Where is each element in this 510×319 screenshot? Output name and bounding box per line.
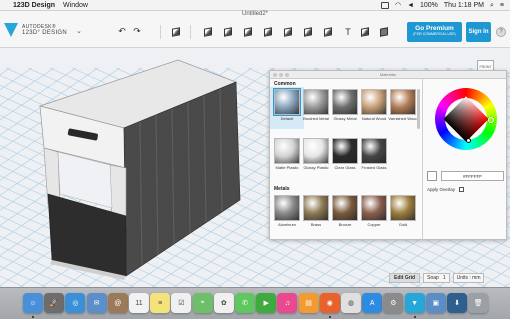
apply-overlay-checkbox[interactable]	[459, 187, 464, 192]
material-swatch-bronze[interactable]	[332, 195, 358, 221]
material-swatch-natural-wood[interactable]	[361, 89, 387, 115]
messages-icon[interactable]: ✆	[235, 293, 255, 313]
preview-icon[interactable]: ▣	[425, 293, 446, 313]
clock[interactable]: Thu 1:18 PM	[444, 0, 484, 11]
itunes-icon[interactable]: ♫	[277, 293, 298, 313]
mail-icon[interactable]: ✉	[86, 293, 107, 313]
construct-tool-icon[interactable]	[242, 26, 254, 37]
material-label: Gold	[398, 222, 408, 227]
hex-color-input[interactable]: #FFFFFF	[441, 171, 504, 181]
saturation-handle[interactable]	[466, 138, 471, 143]
running-indicator	[413, 316, 416, 318]
pattern-tool-icon[interactable]	[282, 26, 294, 37]
material-swatch-aluminum[interactable]	[274, 195, 300, 221]
menu-window[interactable]: Window	[63, 0, 88, 11]
firefox-icon[interactable]: ◉	[319, 293, 340, 313]
launchpad-icon[interactable]: 🚀	[44, 293, 65, 313]
material-swatch-brushed-metal[interactable]	[303, 89, 329, 115]
transform-tool-icon[interactable]	[170, 26, 182, 37]
contacts-icon[interactable]: @	[107, 293, 128, 313]
menu-list-icon[interactable]: ≡	[500, 0, 504, 11]
menubar: 123D Design Window ◠ ◄ 100% Thu 1:18 PM …	[0, 0, 510, 11]
primitives-tool-icon[interactable]	[202, 26, 214, 37]
undo-icon[interactable]: ↶	[116, 26, 128, 37]
wifi-icon[interactable]: ◠	[395, 0, 401, 11]
apply-overlay-label: Apply Overlay	[427, 187, 456, 192]
material-swatch-frosted-glass[interactable]	[361, 138, 387, 164]
finder-icon[interactable]: ☺	[23, 293, 43, 313]
material-swatch-gold[interactable]	[390, 195, 416, 221]
ibooks-icon[interactable]: ▤	[298, 293, 319, 313]
app-store-icon[interactable]: A	[362, 293, 383, 313]
text-tool-icon[interactable]: T	[342, 26, 354, 37]
go-premium-button[interactable]: Go Premium (FOR COMMERCIAL USE)	[407, 22, 462, 42]
material-label: Frosted Glass	[361, 165, 387, 170]
trash-icon[interactable]: 🗑	[468, 293, 489, 313]
premium-subtitle: (FOR COMMERCIAL USE)	[413, 32, 456, 36]
materials-title: Materials	[379, 72, 397, 77]
redo-icon[interactable]: ↷	[131, 26, 143, 37]
modify-tool-icon[interactable]	[262, 26, 274, 37]
grouping-tool-icon[interactable]	[302, 26, 314, 37]
calendar-icon[interactable]: 11	[129, 293, 149, 313]
materials-scrollbar[interactable]	[417, 89, 420, 129]
status-bar: Edit Grid Snap 1 Units : mm	[389, 272, 485, 283]
edit-grid-button[interactable]: Edit Grid	[389, 272, 421, 283]
snap-control[interactable]: Snap 1	[423, 272, 450, 283]
sign-in-button[interactable]: Sign In	[466, 22, 491, 42]
logo-icon	[4, 23, 18, 37]
snap-value[interactable]: 1	[443, 275, 446, 281]
metals-section-label: Metals	[274, 186, 290, 192]
snap-label: Snap	[427, 274, 439, 281]
combine-tool-icon[interactable]	[322, 26, 334, 37]
app-toolbar: Untitled2* AUTODESK® 123D° DESIGN ⌄ ↶ ↷ …	[0, 11, 510, 48]
material-label: Varnished Wood	[388, 116, 418, 121]
materials-panel: Materials Common Default Brushed Metal Glos…	[269, 70, 507, 240]
hue-handle[interactable]	[488, 117, 494, 123]
downloads-icon[interactable]: ⬇	[447, 293, 467, 313]
help-button[interactable]: ?	[496, 27, 506, 37]
materials-titlebar[interactable]: Materials	[270, 71, 506, 79]
menu-app-name[interactable]: 123D Design	[13, 0, 55, 11]
material-swatch-matte-plastic[interactable]	[274, 138, 300, 164]
units-control[interactable]: Units : mm	[452, 272, 485, 283]
material-swatch-glossy-plastic[interactable]	[303, 138, 329, 164]
system-preferences-icon[interactable]: ⚙	[383, 293, 404, 313]
material-swatch-varnished-wood[interactable]	[390, 89, 416, 115]
notes-icon[interactable]: ≡	[150, 293, 171, 313]
document-title: Untitled2*	[241, 11, 268, 17]
app-logo[interactable]: AUTODESK® 123D° DESIGN	[4, 23, 67, 37]
volume-icon[interactable]: ◄	[407, 0, 414, 11]
maps-icon[interactable]: ⌖	[192, 293, 213, 313]
running-indicator	[32, 316, 34, 318]
premium-title: Go Premium	[415, 25, 454, 32]
safari-icon[interactable]: ◎	[65, 293, 86, 313]
material-swatch-clear-glass[interactable]	[332, 138, 358, 164]
sketch-tool-icon[interactable]	[222, 26, 234, 37]
hue-wheel[interactable]	[435, 88, 497, 150]
battery-percent[interactable]: 100%	[420, 0, 438, 11]
facetime-icon[interactable]: ▶	[256, 293, 277, 313]
material-swatch-copper[interactable]	[361, 195, 387, 221]
display-icon[interactable]	[380, 2, 389, 9]
running-indicator	[328, 316, 331, 318]
search-icon[interactable]: ⌕	[490, 0, 494, 11]
dock: ☺ 🚀 ◎ ✉ @11 ≡ ☑ ⌖ ✿ ✆ ▶ ♫ ▤ ◉ ◍ A ⚙ ▼ ▣ ⬇ 🗑	[0, 287, 510, 319]
reminders-icon[interactable]: ☑	[171, 293, 192, 313]
color-preview	[427, 171, 437, 181]
chrome-icon[interactable]: ◍	[341, 293, 361, 313]
123d-design-icon[interactable]: ▼	[404, 293, 425, 313]
material-swatch-brass[interactable]	[303, 195, 329, 221]
material-swatch-glossy-metal[interactable]	[332, 89, 358, 115]
material-tool-icon[interactable]	[378, 26, 390, 37]
color-picker: #FFFFFF Apply Overlay	[422, 79, 507, 240]
materials-list: Common Default Brushed Metal Glossy Metal Na…	[270, 79, 421, 240]
snap-tool-icon[interactable]	[359, 26, 371, 37]
photos-icon[interactable]: ✿	[213, 293, 234, 313]
material-swatch-default[interactable]	[273, 88, 301, 116]
logo-product: 123D° DESIGN	[22, 30, 68, 36]
app-menu-chevron-down-icon[interactable]: ⌄	[76, 27, 82, 35]
